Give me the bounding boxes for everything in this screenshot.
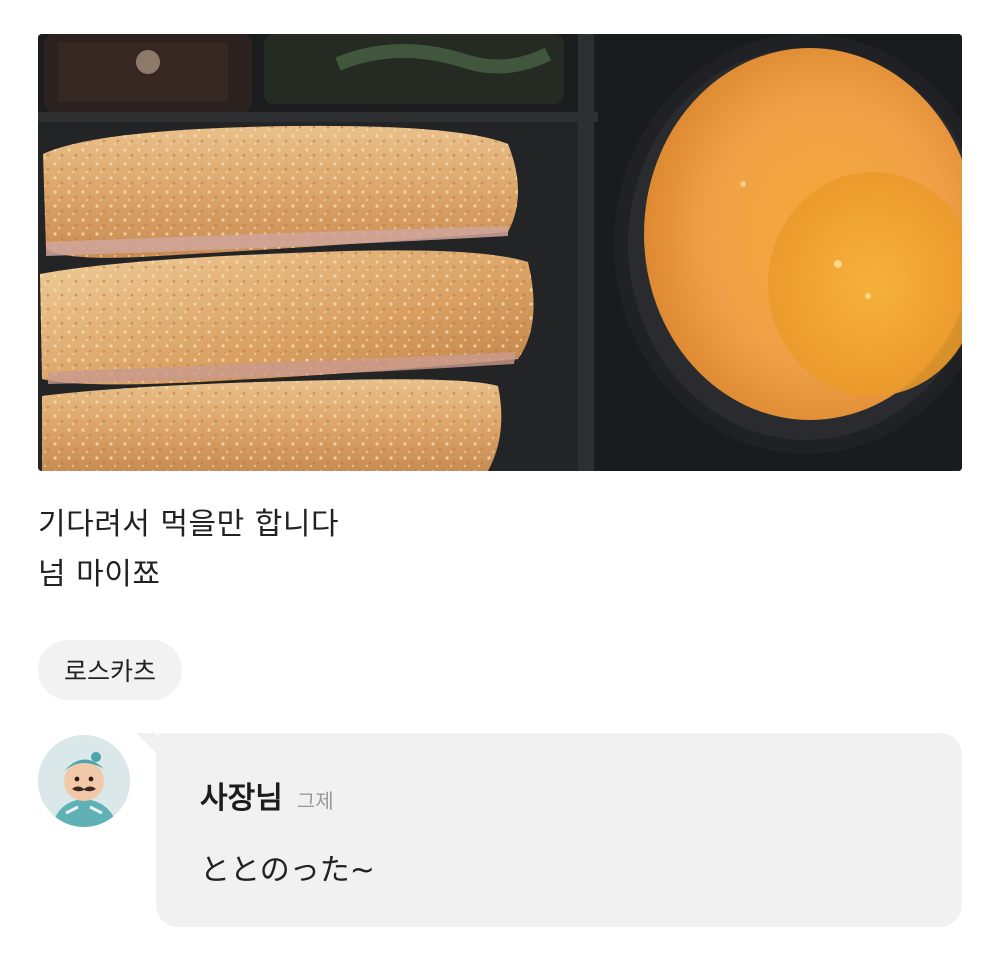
food-photo-image xyxy=(38,34,962,471)
reply-header: 사장님 그제 xyxy=(200,773,918,817)
menu-tag[interactable]: 로스카츠 xyxy=(38,640,183,700)
reply-author: 사장님 xyxy=(200,781,283,816)
owner-avatar-icon xyxy=(38,735,130,827)
reply-timestamp: 그제 xyxy=(296,789,334,813)
review-text-line-2: 넘 마이쬬 xyxy=(38,557,161,592)
review-text: 기다려서 먹을만 합니다 넘 마이쬬 xyxy=(38,500,938,600)
review-text-line-1: 기다려서 먹을만 합니다 xyxy=(38,507,340,542)
owner-reply-bubble: 사장님 그제 ととのった~ xyxy=(136,733,962,927)
reply-text: ととのった~ xyxy=(200,853,375,888)
review-photo[interactable] xyxy=(38,34,962,471)
